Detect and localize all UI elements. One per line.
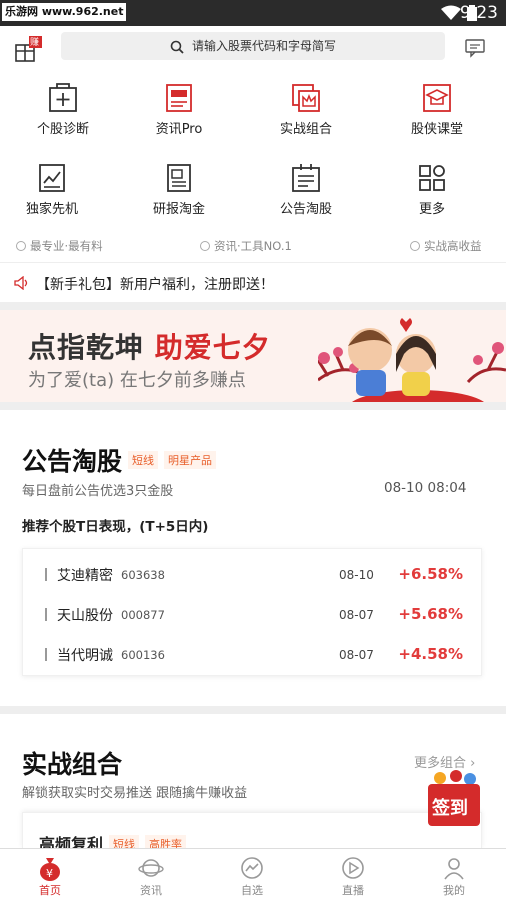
notice-bar[interactable]: 【新手礼包】新用户福利，注册即送！ <box>0 262 506 302</box>
stock-date: 08-07 <box>339 648 374 662</box>
announcement-icon <box>292 164 320 192</box>
announcement-desc: 每日盘前公告优选3只金股 <box>22 484 174 499</box>
stock-change: +6.58% <box>398 565 463 583</box>
gift-badge: 赚 <box>30 38 40 48</box>
grid-item-label: 公告淘股 <box>279 202 332 217</box>
trend-circle-icon <box>241 857 263 879</box>
more-grid-icon <box>419 165 445 191</box>
grid-item-classroom[interactable]: 股侠课堂 <box>374 74 500 144</box>
check-circle-icon <box>410 241 420 251</box>
search-placeholder: 请输入股票代码和字母简写 <box>191 39 336 53</box>
notice-text: 【新手礼包】新用户福利，注册即送！ <box>36 277 274 293</box>
money-bag-icon: ¥ <box>40 858 60 881</box>
stock-change: +4.58% <box>398 645 463 663</box>
grid-item-portfolio[interactable]: 实战组合 <box>243 74 369 144</box>
slogan-1: 最专业·最有料 <box>16 238 103 254</box>
message-icon[interactable] <box>465 38 487 58</box>
stock-date: 08-07 <box>339 608 374 622</box>
crown-stack-icon <box>292 84 320 112</box>
stock-row[interactable]: 天山股份 000877 08-07 +5.68% <box>23 594 483 634</box>
plus-box-icon <box>49 83 77 112</box>
row-marker <box>45 608 47 621</box>
stock-row[interactable]: 艾迪精密 603638 08-10 +6.58% <box>23 554 483 594</box>
chevron-right-icon: › <box>470 756 476 771</box>
row-marker <box>45 648 47 661</box>
grid-item-news-pro[interactable]: 资讯Pro <box>116 74 242 144</box>
tab-watchlist[interactable]: 自选 <box>202 849 302 901</box>
portfolio-card[interactable]: 高频复利 短线 高胜率 <box>22 812 482 854</box>
grid-item-label: 独家先机 <box>25 202 78 217</box>
grid-item-stock-diagnosis[interactable]: 个股诊断 <box>0 74 126 144</box>
search-icon <box>170 40 184 54</box>
grid-item-label: 实战组合 <box>279 122 332 137</box>
stock-code: 600136 <box>121 648 165 662</box>
clock: 9:23 <box>459 3 498 23</box>
bottom-tab-bar: ¥ 首页 资讯 自选 直播 我的 <box>0 848 506 900</box>
slogan-2: 资讯·工具NO.1 <box>200 238 292 254</box>
stock-name: 艾迪精密 <box>57 568 113 584</box>
search-bar[interactable]: 请输入股票代码和字母简写 <box>61 32 445 60</box>
svg-text:¥: ¥ <box>46 867 53 880</box>
stock-change: +5.68% <box>398 605 463 623</box>
stock-name: 当代明诚 <box>57 648 113 664</box>
tab-home[interactable]: ¥ 首页 <box>0 849 100 901</box>
report-icon <box>167 164 191 192</box>
divider <box>0 302 506 310</box>
check-circle-icon <box>200 241 210 251</box>
grid-item-exclusive[interactable]: 独家先机 <box>0 154 115 224</box>
grid-item-label: 更多 <box>418 202 445 217</box>
banner-subtitle: 为了爱(ta) 在七夕前多赚点 <box>28 370 246 391</box>
slogan-3: 实战高收益 <box>410 238 482 254</box>
slogan-row: 最专业·最有料 资讯·工具NO.1 实战高收益 <box>0 230 506 260</box>
tab-news[interactable]: 资讯 <box>101 849 201 901</box>
graduation-cap-icon <box>423 84 451 112</box>
grid-item-announcement[interactable]: 公告淘股 <box>243 154 369 224</box>
check-circle-icon <box>16 241 26 251</box>
top-bar: 赚 请输入股票代码和字母简写 <box>0 26 506 70</box>
user-icon <box>444 858 464 880</box>
grid-item-label: 个股诊断 <box>36 122 89 137</box>
tag: 明星产品 <box>164 451 217 469</box>
gift-button[interactable]: 赚 <box>14 36 42 62</box>
checkin-label: 签到 <box>432 798 468 819</box>
stock-date: 08-10 <box>339 568 374 582</box>
pro-icon <box>166 84 192 112</box>
stock-code: 603638 <box>121 568 165 582</box>
promo-banner[interactable]: 点指乾坤 助爱七夕 为了爱(ta) 在七夕前多赚点 <box>0 310 506 402</box>
stock-code: 000877 <box>121 608 165 622</box>
tab-live[interactable]: 直播 <box>303 849 403 901</box>
grid-item-more[interactable]: 更多 <box>369 154 495 224</box>
performance-heading: 推荐个股T日表现，(T+5日内) <box>22 519 209 535</box>
grid-item-research[interactable]: 研报淘金 <box>116 154 242 224</box>
couple-illustration <box>318 318 506 402</box>
divider <box>0 402 506 410</box>
announcement-datetime: 08-10 08:04 <box>384 480 467 496</box>
portfolio-desc: 解锁获取实时交易推送 跟随擒牛赚收益 <box>22 786 248 801</box>
tag: 短线 <box>128 451 159 469</box>
stock-list: 艾迪精密 603638 08-10 +6.58% 天山股份 000877 08-… <box>22 548 482 676</box>
planet-icon <box>138 859 164 877</box>
banner-title: 点指乾坤 助爱七夕 <box>28 331 271 364</box>
grid-item-label: 股侠课堂 <box>410 122 463 137</box>
grid-item-label: 研报淘金 <box>152 202 205 217</box>
watermark: 乐游网 www.962.net <box>2 3 127 21</box>
portfolio-title: 实战组合 <box>22 750 123 779</box>
stock-row[interactable]: 当代明诚 600136 08-07 +4.58% <box>23 634 483 674</box>
announcement-title: 公告淘股 短线 明星产品 <box>22 442 217 478</box>
checkin-button[interactable]: 签到 <box>426 770 482 828</box>
speaker-icon <box>14 276 28 290</box>
status-bar: 乐游网 www.962.net 9:23 <box>0 0 506 26</box>
more-portfolios-link[interactable]: 更多组合 › <box>414 752 475 771</box>
grid-item-label: 资讯Pro <box>155 122 203 137</box>
divider <box>0 706 506 714</box>
trend-chart-icon <box>39 164 65 192</box>
stock-name: 天山股份 <box>57 608 113 624</box>
wifi-icon <box>441 5 461 20</box>
row-marker <box>45 568 47 581</box>
play-icon <box>342 857 364 879</box>
tab-mine[interactable]: 我的 <box>404 849 504 901</box>
